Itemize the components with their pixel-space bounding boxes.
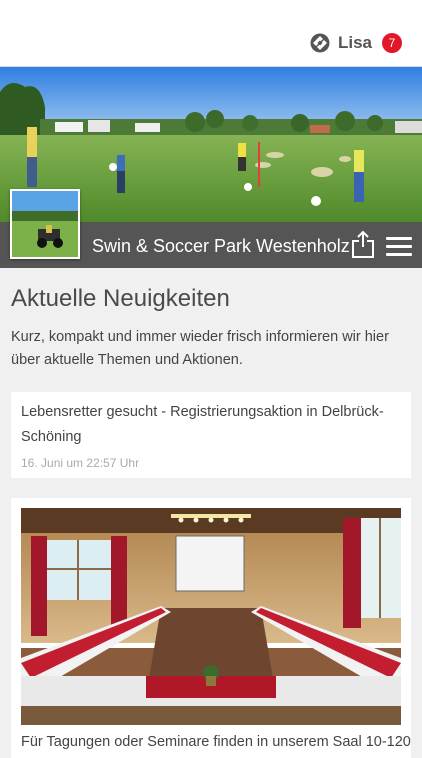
news-intro: Kurz, kompakt und immer wieder frisch in… (11, 329, 389, 368)
news-card[interactable]: Für Tagungen oder Seminare finden in uns… (11, 498, 411, 758)
notification-badge[interactable]: 7 (382, 33, 402, 53)
club-hero: Swin & Soccer Park Westenholz (0, 67, 422, 268)
hamburger-menu-icon[interactable] (386, 237, 412, 257)
page-title: Aktuelle Neuigkeiten (11, 285, 230, 312)
news-card-image[interactable] (21, 508, 401, 725)
news-card[interactable]: Lebensretter gesucht - Registrierungsakt… (11, 392, 411, 478)
app-logo-icon (310, 33, 330, 53)
news-card-title[interactable]: Für Tagungen oder Seminare finden in uns… (21, 734, 411, 750)
share-icon[interactable] (350, 230, 376, 258)
top-bar: Lisa 7 (0, 0, 422, 67)
thumbnail-image (12, 191, 78, 257)
club-name: Swin & Soccer Park Westenholz (92, 236, 350, 256)
news-card-title[interactable]: Lebensretter gesucht - Registrierungsakt… (21, 400, 391, 450)
user-name[interactable]: Lisa (338, 33, 372, 53)
club-logo-thumbnail[interactable] (10, 189, 80, 259)
user-menu[interactable]: Lisa 7 (310, 33, 402, 53)
news-card-date: 16. Juni um 22:57 Uhr (21, 456, 140, 470)
